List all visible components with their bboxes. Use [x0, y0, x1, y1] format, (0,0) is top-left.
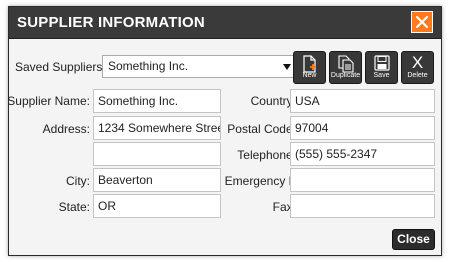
fax-field[interactable] — [290, 194, 435, 218]
address-line1-value: 1234 Somewhere Street — [98, 121, 221, 135]
telephone-value: (555) 555-2347 — [295, 147, 378, 161]
country-field[interactable]: USA — [290, 89, 435, 113]
duplicate-button-label: Duplicate — [330, 72, 361, 79]
address-line1-field[interactable]: 1234 Somewhere Street — [93, 116, 221, 140]
close-x-icon — [415, 15, 429, 29]
close-button[interactable]: Close — [392, 229, 435, 250]
emergency-label: Emergency F — [224, 174, 296, 188]
emergency-field[interactable] — [290, 168, 435, 192]
saved-suppliers-select[interactable]: Something Inc. — [102, 55, 297, 78]
supplier-name-value: Something Inc. — [98, 94, 179, 108]
city-value: Beaverton — [98, 173, 153, 187]
save-button-label: Save — [373, 72, 390, 79]
supplier-dialog: SUPPLIER INFORMATION Saved Suppliers: So… — [7, 6, 442, 256]
duplicate-icon — [337, 55, 354, 73]
address-label: Address: — [42, 122, 90, 136]
telephone-field[interactable]: (555) 555-2347 — [290, 142, 435, 166]
save-button[interactable]: Save — [365, 51, 398, 84]
delete-x-icon: X — [411, 53, 424, 72]
address-line2-field[interactable] — [93, 142, 221, 166]
supplier-name-label: Supplier Name: — [7, 94, 90, 108]
new-document-icon — [302, 55, 316, 73]
save-disk-icon — [373, 55, 390, 71]
country-value: USA — [295, 94, 320, 108]
saved-suppliers-value: Something Inc. — [108, 59, 189, 73]
state-value: OR — [98, 199, 116, 213]
postal-code-field[interactable]: 97004 — [290, 116, 435, 140]
city-label: City: — [66, 174, 90, 188]
chevron-down-icon — [283, 64, 291, 70]
state-field[interactable]: OR — [93, 194, 221, 218]
close-dialog-button[interactable] — [411, 11, 433, 33]
city-field[interactable]: Beaverton — [93, 168, 221, 192]
supplier-name-field[interactable]: Something Inc. — [93, 89, 221, 113]
postal-code-label: Postal Code: — [227, 122, 296, 136]
dialog-titlebar: SUPPLIER INFORMATION — [9, 7, 441, 39]
new-button[interactable]: New — [293, 51, 326, 84]
new-button-label: New — [302, 72, 317, 79]
delete-button[interactable]: X Delete — [401, 51, 434, 84]
telephone-label: Telephone: — [237, 148, 296, 162]
state-label: State: — [58, 200, 90, 214]
delete-button-label: Delete — [407, 72, 428, 79]
postal-code-value: 97004 — [295, 121, 329, 135]
saved-suppliers-label: Saved Suppliers: — [15, 60, 106, 74]
dialog-title: SUPPLIER INFORMATION — [17, 14, 205, 31]
duplicate-button[interactable]: Duplicate — [329, 51, 362, 84]
